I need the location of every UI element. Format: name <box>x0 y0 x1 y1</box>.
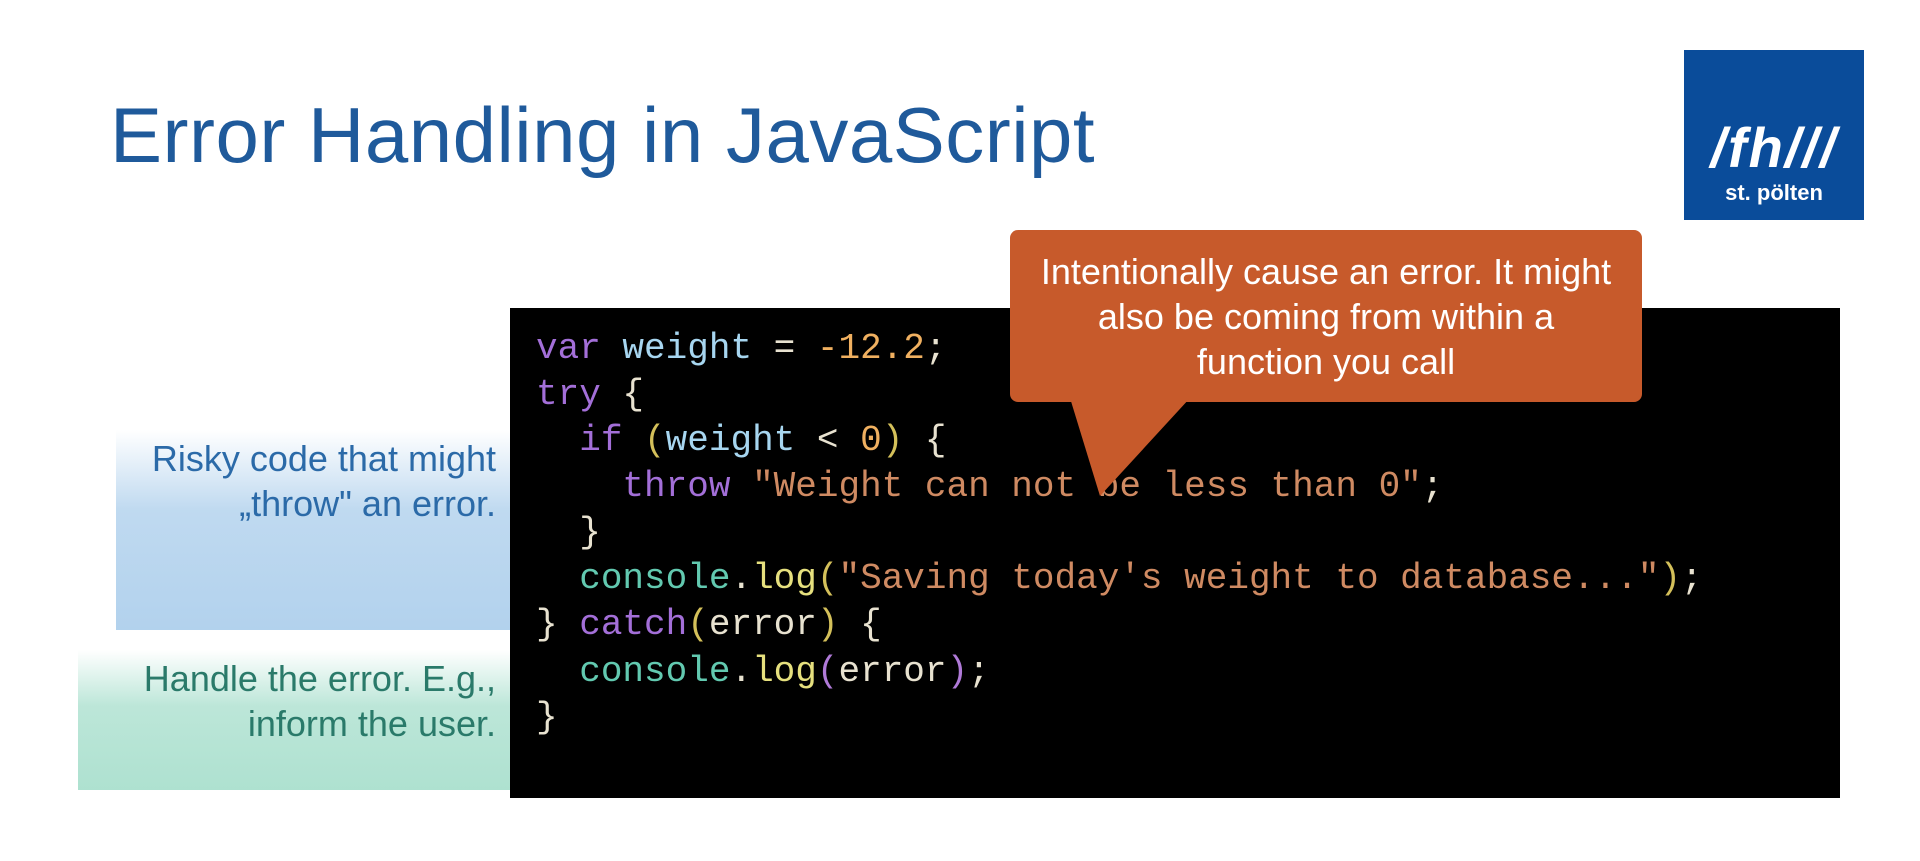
indent <box>536 558 579 599</box>
annotation-catch: Handle the error. E.g., inform the user. <box>78 650 510 790</box>
brace-close: } <box>536 604 558 645</box>
logo-main-text: /fh/// <box>1710 120 1837 176</box>
fn-log-2: log <box>752 651 817 692</box>
paren-close: ) <box>1659 558 1681 599</box>
paren-close: ) <box>882 420 904 461</box>
indent <box>536 420 579 461</box>
keyword-if: if <box>579 420 622 461</box>
space <box>622 420 644 461</box>
institution-logo: /fh/// st. pölten <box>1684 50 1864 220</box>
brace-close-2: } <box>536 697 558 738</box>
semicolon: ; <box>925 328 947 369</box>
paren-open: ( <box>644 420 666 461</box>
brace-open-3: { <box>839 604 882 645</box>
keyword-catch: catch <box>579 604 687 645</box>
slide: Error Handling in JavaScript /fh/// st. … <box>0 0 1920 861</box>
space <box>730 466 752 507</box>
semicolon: ; <box>1681 558 1703 599</box>
keyword-throw: throw <box>622 466 730 507</box>
paren-open: ( <box>687 604 709 645</box>
brace-open: { <box>601 374 644 415</box>
identifier-error: error <box>709 604 817 645</box>
fn-log: log <box>752 558 817 599</box>
number-weight-value: -12.2 <box>817 328 925 369</box>
callout-bubble: Intentionally cause an error. It might a… <box>1010 230 1642 402</box>
callout-tail-icon <box>1070 398 1190 496</box>
indent <box>536 651 579 692</box>
paren-open: ( <box>817 558 839 599</box>
string-saving: "Saving today's weight to database..." <box>838 558 1659 599</box>
paren-close: ) <box>817 604 839 645</box>
keyword-try: try <box>536 374 601 415</box>
number-zero: 0 <box>860 420 882 461</box>
paren-open: ( <box>817 651 839 692</box>
dot: . <box>730 558 752 599</box>
semicolon: ; <box>1422 466 1444 507</box>
indent <box>536 466 622 507</box>
dot: . <box>730 651 752 692</box>
op-assign: = <box>752 328 817 369</box>
logo-sub-text: st. pölten <box>1725 180 1823 206</box>
brace-close-inner: } <box>536 512 601 553</box>
identifier-console-2: console <box>579 651 730 692</box>
paren-close: ) <box>947 651 969 692</box>
identifier-weight-2: weight <box>666 420 796 461</box>
op-lt: < <box>795 420 860 461</box>
slide-title: Error Handling in JavaScript <box>110 90 1095 181</box>
keyword-var: var <box>536 328 601 369</box>
identifier-weight: weight <box>622 328 752 369</box>
identifier-error-2: error <box>838 651 946 692</box>
brace-open-2: { <box>903 420 946 461</box>
identifier-console: console <box>579 558 730 599</box>
annotation-try: Risky code that might „throw" an error. <box>116 430 510 630</box>
semicolon: ; <box>968 651 990 692</box>
